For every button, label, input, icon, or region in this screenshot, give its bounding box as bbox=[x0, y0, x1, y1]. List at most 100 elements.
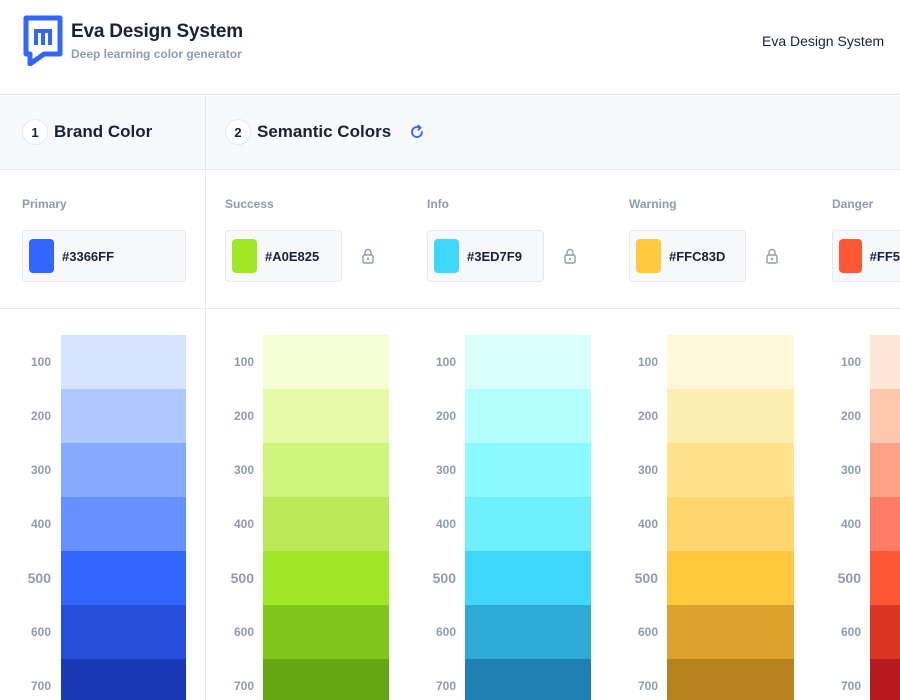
lock-icon[interactable] bbox=[564, 248, 576, 264]
color-swatch[interactable] bbox=[29, 239, 54, 273]
shade-primary-400[interactable] bbox=[61, 497, 186, 551]
shade-warning-500[interactable] bbox=[667, 551, 794, 605]
color-name-success: Success bbox=[225, 197, 274, 211]
step-label: Semantic Colors bbox=[257, 122, 392, 141]
shade-level-label: 200 bbox=[637, 409, 658, 423]
shade-level-label: 400 bbox=[637, 517, 658, 531]
color-name-primary: Primary bbox=[22, 197, 67, 211]
shade-danger-100[interactable] bbox=[870, 335, 900, 389]
shade-level-label: 300 bbox=[840, 463, 861, 477]
color-swatch[interactable] bbox=[434, 239, 459, 273]
hex-value: #3ED7F9 bbox=[467, 248, 522, 264]
color-name-danger: Danger bbox=[832, 197, 874, 211]
color-name-warning: Warning bbox=[629, 197, 677, 211]
shade-level-label: 700 bbox=[30, 679, 51, 693]
shade-danger-600[interactable] bbox=[870, 605, 900, 659]
shade-warning-300[interactable] bbox=[667, 443, 794, 497]
shade-level-label: 300 bbox=[637, 463, 658, 477]
shade-level-label: 300 bbox=[233, 463, 254, 477]
shade-level-label: 700 bbox=[233, 679, 254, 693]
color-input-success[interactable]: #A0E825 bbox=[225, 230, 342, 282]
shade-level-label: 700 bbox=[435, 679, 456, 693]
shade-warning-600[interactable] bbox=[667, 605, 794, 659]
lock-icon[interactable] bbox=[766, 248, 778, 264]
color-swatch[interactable] bbox=[232, 239, 257, 273]
eva-logo-icon[interactable] bbox=[22, 14, 64, 66]
step-number: 2 bbox=[225, 119, 251, 145]
color-input-danger[interactable]: #FF5 bbox=[832, 230, 900, 282]
shade-level-label: 200 bbox=[233, 409, 254, 423]
eva-design-system-link[interactable]: Eva Design System bbox=[762, 33, 884, 49]
shade-level-label: 100 bbox=[637, 355, 658, 369]
shade-success-500[interactable] bbox=[263, 551, 389, 605]
shade-level-label: 600 bbox=[840, 625, 861, 639]
shade-info-100[interactable] bbox=[465, 335, 591, 389]
shade-level-label: 500 bbox=[432, 570, 456, 586]
shade-info-600[interactable] bbox=[465, 605, 591, 659]
shade-level-label: 400 bbox=[435, 517, 456, 531]
brand-title: Eva Design System bbox=[71, 21, 243, 42]
shade-warning-100[interactable] bbox=[667, 335, 794, 389]
step-semantic-colors[interactable]: 2 Semantic Colors bbox=[225, 115, 425, 149]
shade-primary-300[interactable] bbox=[61, 443, 186, 497]
shade-level-label: 500 bbox=[634, 570, 658, 586]
shade-level-label: 600 bbox=[30, 625, 51, 639]
hex-value: #A0E825 bbox=[265, 248, 320, 264]
shade-level-label: 200 bbox=[30, 409, 51, 423]
app-header: Eva Design System Deep learning color ge… bbox=[0, 0, 900, 95]
shade-success-200[interactable] bbox=[263, 389, 389, 443]
refresh-icon[interactable] bbox=[409, 124, 425, 140]
shade-level-label: 100 bbox=[233, 355, 254, 369]
shade-level-label: 100 bbox=[435, 355, 456, 369]
shade-danger-200[interactable] bbox=[870, 389, 900, 443]
shade-info-500[interactable] bbox=[465, 551, 591, 605]
shade-info-300[interactable] bbox=[465, 443, 591, 497]
shade-warning-400[interactable] bbox=[667, 497, 794, 551]
shade-primary-500[interactable] bbox=[61, 551, 186, 605]
shade-level-label: 600 bbox=[233, 625, 254, 639]
hex-value: #3366FF bbox=[62, 248, 115, 264]
color-swatch[interactable] bbox=[636, 239, 661, 273]
shade-success-400[interactable] bbox=[263, 497, 389, 551]
shade-level-label: 300 bbox=[30, 463, 51, 477]
shade-level-label: 200 bbox=[435, 409, 456, 423]
shade-level-label: 400 bbox=[840, 517, 861, 531]
shade-info-700[interactable] bbox=[465, 659, 591, 700]
shade-danger-500[interactable] bbox=[870, 551, 900, 605]
shade-level-label: 500 bbox=[230, 570, 254, 586]
color-input-info[interactable]: #3ED7F9 bbox=[427, 230, 544, 282]
shade-danger-400[interactable] bbox=[870, 497, 900, 551]
shade-primary-100[interactable] bbox=[61, 335, 186, 389]
shade-level-label: 500 bbox=[837, 570, 861, 586]
hex-value: #FFC83D bbox=[669, 248, 726, 264]
shade-primary-200[interactable] bbox=[61, 389, 186, 443]
shade-info-200[interactable] bbox=[465, 389, 591, 443]
shade-level-label: 400 bbox=[233, 517, 254, 531]
shade-primary-600[interactable] bbox=[61, 605, 186, 659]
lock-icon[interactable] bbox=[362, 248, 374, 264]
color-input-warning[interactable]: #FFC83D bbox=[629, 230, 746, 282]
shade-info-400[interactable] bbox=[465, 497, 591, 551]
shade-success-100[interactable] bbox=[263, 335, 389, 389]
step-label: Brand Color bbox=[54, 122, 153, 141]
brand-subtitle: Deep learning color generator bbox=[71, 47, 242, 61]
color-inputs-row: Primary #3366FF Success #A0E825 Info #3E… bbox=[0, 170, 900, 309]
shade-level-label: 400 bbox=[30, 517, 51, 531]
shade-warning-700[interactable] bbox=[667, 659, 794, 700]
shade-primary-700[interactable] bbox=[61, 659, 186, 700]
shade-danger-700[interactable] bbox=[870, 659, 900, 700]
shade-level-label: 200 bbox=[840, 409, 861, 423]
color-swatch[interactable] bbox=[839, 239, 862, 273]
shade-level-label: 300 bbox=[435, 463, 456, 477]
shade-success-700[interactable] bbox=[263, 659, 389, 700]
shade-success-600[interactable] bbox=[263, 605, 389, 659]
shade-success-300[interactable] bbox=[263, 443, 389, 497]
shade-level-label: 500 bbox=[27, 570, 51, 586]
shade-warning-200[interactable] bbox=[667, 389, 794, 443]
color-input-primary[interactable]: #3366FF bbox=[22, 230, 186, 282]
step-number: 1 bbox=[22, 119, 48, 145]
step-brand-color[interactable]: 1 Brand Color bbox=[22, 115, 152, 149]
shade-danger-300[interactable] bbox=[870, 443, 900, 497]
shade-level-label: 100 bbox=[30, 355, 51, 369]
color-name-info: Info bbox=[427, 197, 449, 211]
